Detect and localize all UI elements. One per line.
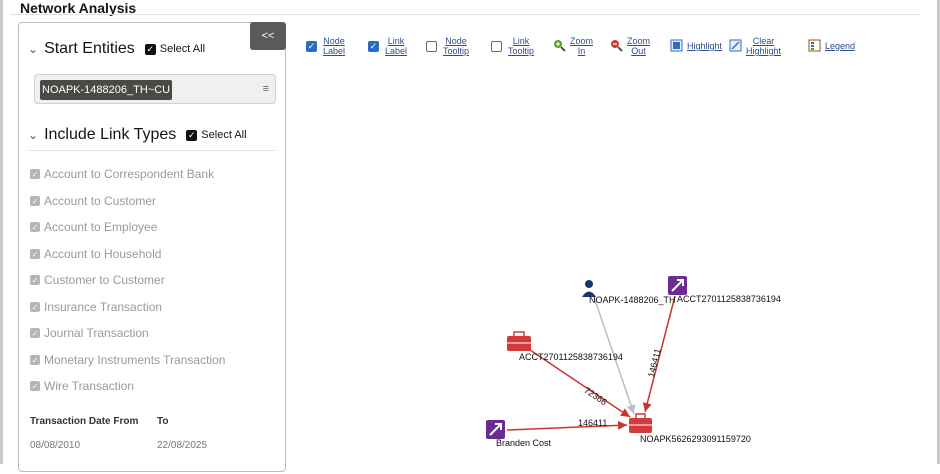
briefcase-icon bbox=[635, 413, 646, 420]
briefcase-icon bbox=[513, 331, 525, 338]
node-acct-left[interactable] bbox=[507, 331, 531, 351]
person-icon bbox=[585, 280, 593, 288]
app-window: Network Analysis << ⌄ Start Entities ✓ S… bbox=[0, 0, 940, 472]
edge-label: 146411 bbox=[578, 418, 608, 428]
node-label: ACCT2701125838736194 bbox=[519, 352, 623, 362]
node-target[interactable] bbox=[629, 413, 652, 433]
node-branden[interactable] bbox=[486, 420, 505, 439]
node-label: NOAPK5626293091159720 bbox=[640, 434, 751, 444]
node-label: NOAPK-1488206_TH bbox=[589, 295, 676, 305]
node-acct-top[interactable] bbox=[668, 276, 687, 295]
node-label: ACCT2701125838736194 bbox=[677, 294, 781, 304]
node-label: Branden Cost bbox=[496, 438, 552, 448]
graph-edge[interactable] bbox=[506, 420, 628, 431]
network-graph[interactable] bbox=[0, 0, 940, 464]
